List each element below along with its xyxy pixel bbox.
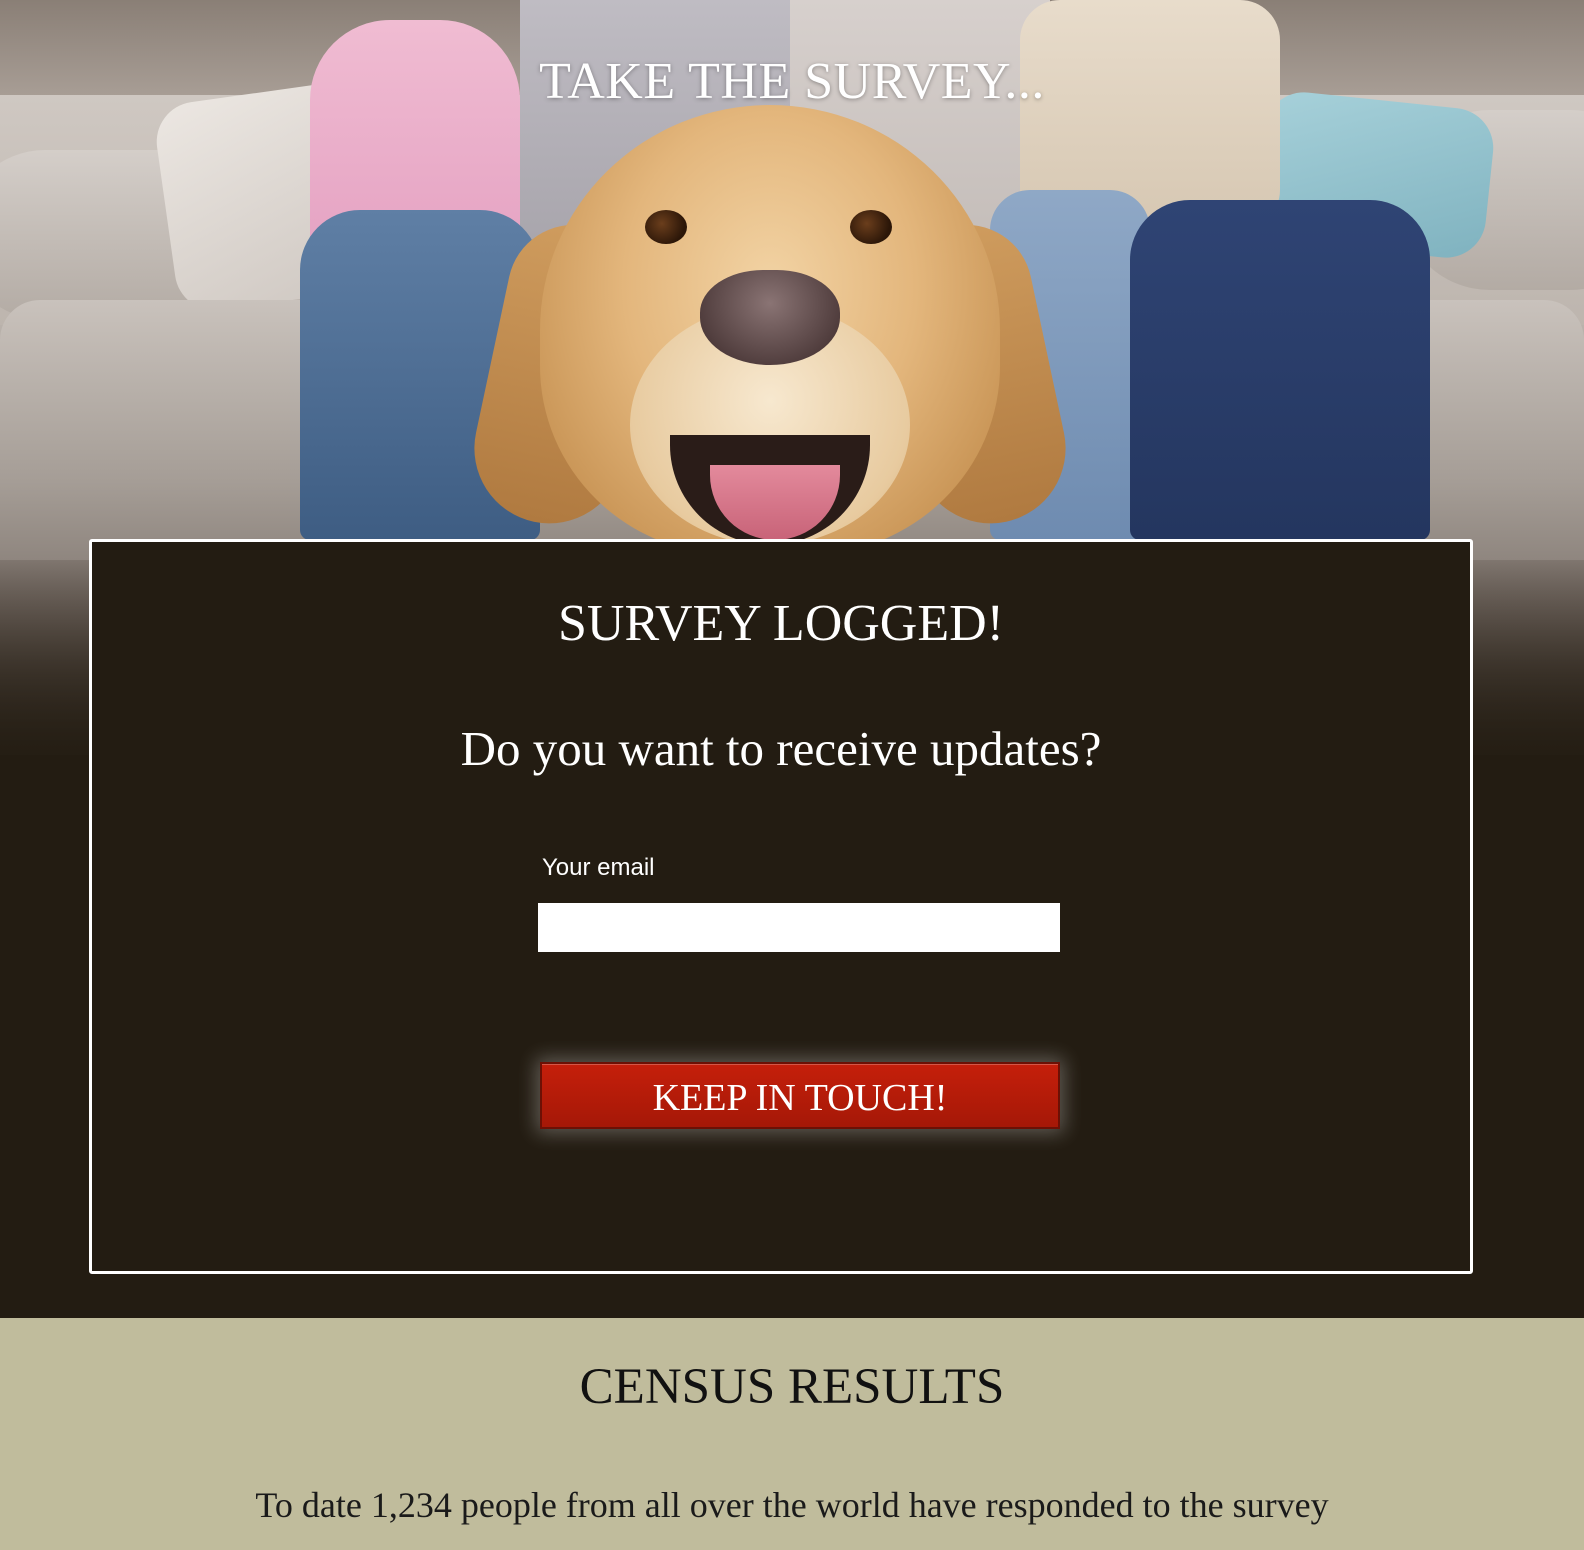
hero-title: TAKE THE SURVEY...	[539, 53, 1045, 110]
census-section: CENSUS RESULTS To date 1,234 people from…	[0, 1318, 1584, 1550]
census-title: CENSUS RESULTS	[579, 1359, 1005, 1415]
email-input[interactable]	[538, 903, 1060, 952]
email-label: Your email	[542, 854, 655, 881]
updates-question: Do you want to receive updates?	[460, 721, 1102, 776]
survey-confirmation-card: SURVEY LOGGED! Do you want to receive up…	[89, 539, 1473, 1274]
jeans-right	[1130, 200, 1430, 540]
dog-eye-left	[645, 210, 687, 244]
dog-eye-right	[850, 210, 892, 244]
keep-in-touch-label: KEEP IN TOUCH!	[652, 1076, 948, 1119]
card-heading: SURVEY LOGGED!	[558, 595, 1004, 652]
keep-in-touch-button[interactable]: KEEP IN TOUCH!	[540, 1062, 1060, 1129]
golden-retriever	[460, 105, 1080, 555]
dog-nose	[700, 270, 840, 365]
census-text: To date 1,234 people from all over the w…	[255, 1485, 1329, 1525]
